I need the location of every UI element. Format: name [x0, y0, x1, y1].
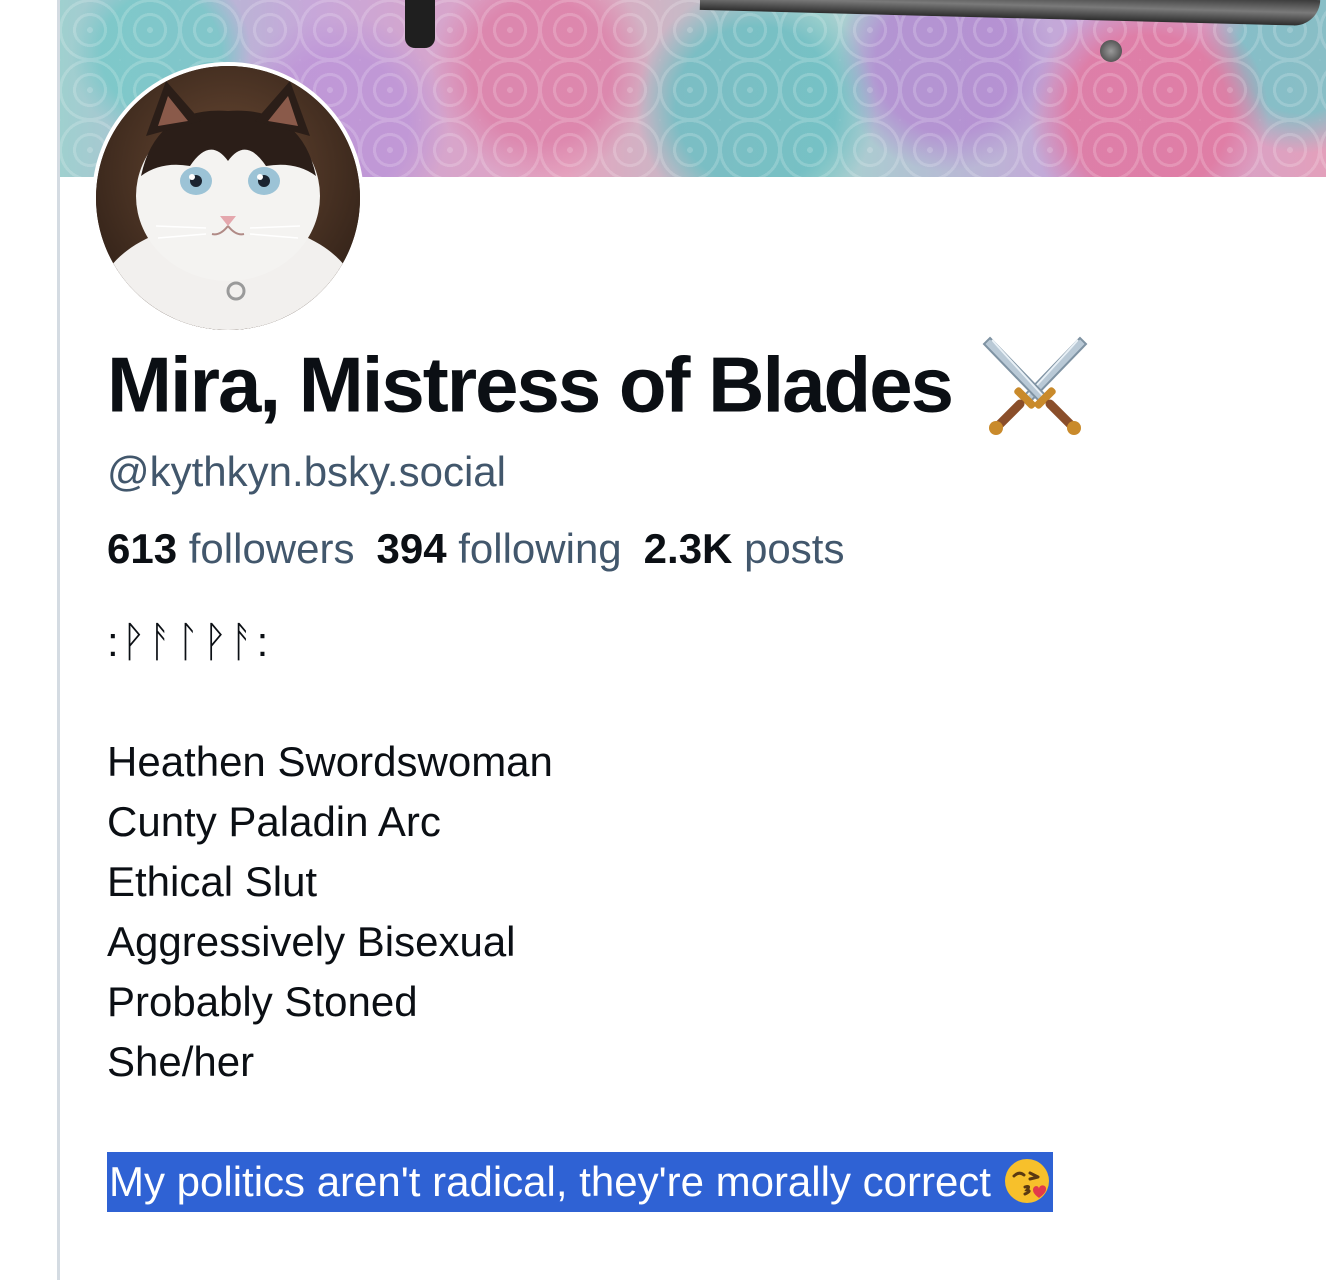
followers-label: followers: [188, 525, 355, 572]
bio-line: Heathen Swordswoman: [107, 738, 553, 785]
profile-stats: 613 followers 394 following 2.3K posts: [107, 525, 866, 573]
banner-sword-pommel: [1100, 40, 1122, 62]
profile-page: Mira, Mistress of Blades @kythkyn.bsky.s…: [0, 0, 1326, 1280]
display-name-text: Mira, Mistress of Blades: [107, 340, 954, 429]
following-link[interactable]: 394 following: [376, 525, 621, 572]
column-border: [57, 0, 60, 1280]
cat-avatar-image: [96, 66, 360, 330]
avatar[interactable]: [92, 62, 364, 334]
bio-line: Cunty Paladin Arc: [107, 798, 441, 845]
crossed-swords-icon: [982, 332, 1088, 438]
bio-spacer: [107, 1092, 1053, 1152]
profile-bio: :ᚹᚨᛚᚹᚨ: Heathen Swordswoman Cunty Paladi…: [107, 612, 1053, 1212]
followers-count: 613: [107, 525, 178, 572]
bio-spacer: [107, 672, 1053, 732]
bio-selected-text[interactable]: My politics aren't radical, they're mora…: [107, 1152, 1053, 1212]
bio-line: Aggressively Bisexual: [107, 918, 516, 965]
bio-selected-line-wrap: My politics aren't radical, they're mora…: [107, 1152, 1053, 1212]
following-count: 394: [376, 525, 447, 572]
bio-line: Probably Stoned: [107, 978, 418, 1025]
posts-label: posts: [744, 525, 845, 572]
bio-runes: :ᚹᚨᛚᚹᚨ:: [107, 618, 271, 665]
bio-line: She/her: [107, 1038, 255, 1085]
posts-stat: 2.3K posts: [644, 525, 845, 572]
banner-strap: [405, 0, 435, 48]
posts-count: 2.3K: [643, 525, 733, 572]
bio-line: Ethical Slut: [107, 858, 318, 905]
display-name: Mira, Mistress of Blades: [107, 336, 1088, 444]
followers-link[interactable]: 613 followers: [107, 525, 354, 572]
following-label: following: [458, 525, 622, 572]
bio-selected-line: My politics aren't radical, they're mora…: [109, 1158, 991, 1205]
face-blowing-kiss-icon: [1003, 1157, 1051, 1205]
profile-handle: @kythkyn.bsky.social: [107, 448, 506, 495]
